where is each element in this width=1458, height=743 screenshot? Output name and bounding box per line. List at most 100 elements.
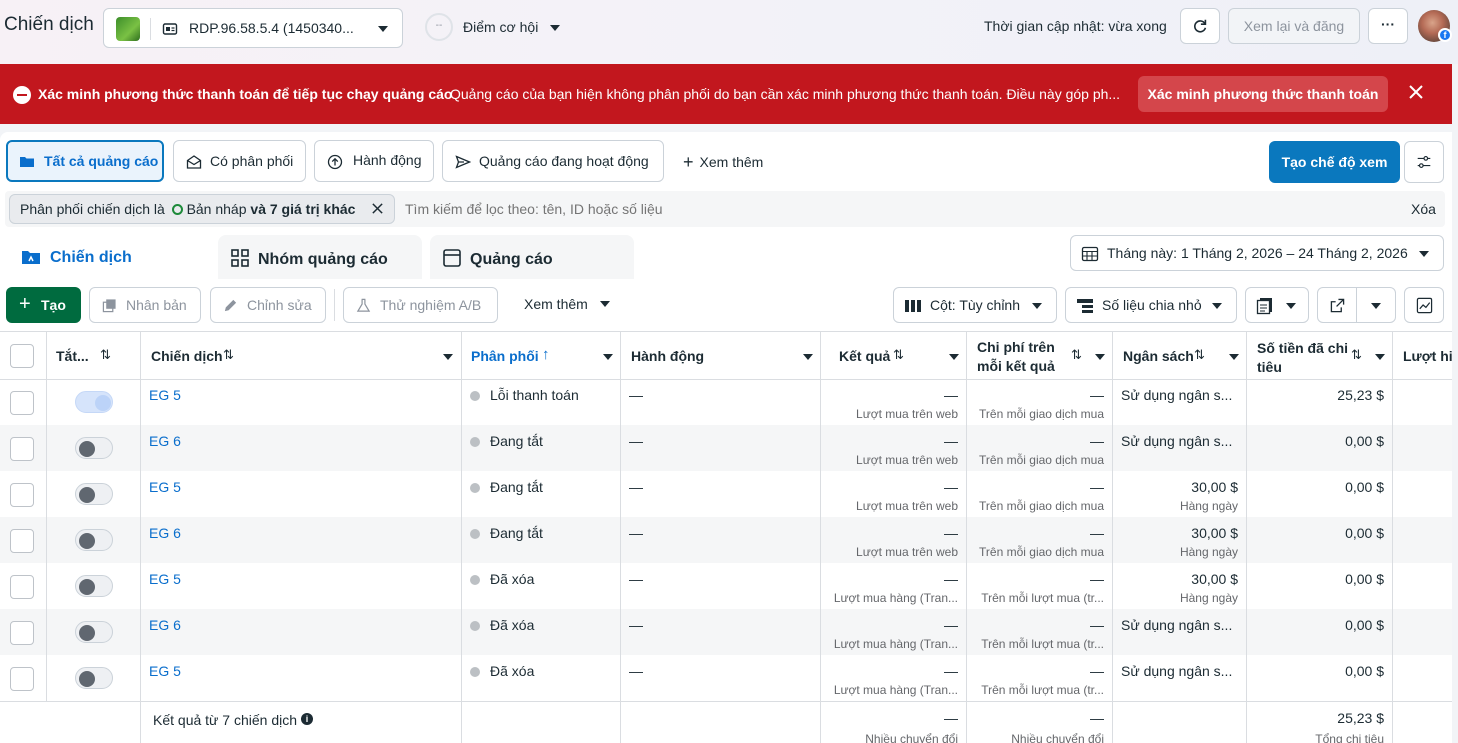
filter-chip[interactable]: Phân phối chiến dịch là Bản nháp và 7 gi… (9, 194, 396, 224)
opportunity-score-label: Điểm cơ hội (463, 19, 539, 35)
table-row[interactable]: EG 6 Đang tắt — — Lượt mua trên web — Trên mỗi… (0, 425, 1452, 471)
edit-button[interactable]: Chỉnh sửa (210, 287, 326, 323)
avatar[interactable]: f (1418, 10, 1452, 42)
view-more-button[interactable]: + Xem thêm (683, 152, 763, 173)
row-delivery-cell: Đã xóa (462, 655, 621, 701)
header-reach[interactable]: Lượt hi (1393, 332, 1452, 380)
row-checkbox[interactable] (10, 483, 34, 507)
campaign-name-link[interactable]: EG 6 (149, 433, 181, 449)
campaign-toggle[interactable] (75, 575, 113, 597)
create-view-button[interactable]: Tạo chế độ xem (1269, 141, 1400, 183)
reports-button[interactable] (1245, 287, 1309, 323)
chevron-down-icon (949, 354, 959, 360)
header-results[interactable]: Kết quả ⇅ (821, 332, 967, 380)
view-tab-delivering[interactable]: Có phân phối (173, 140, 306, 182)
row-checkbox[interactable] (10, 437, 34, 461)
account-thumbnail (116, 17, 140, 41)
select-all-checkbox[interactable] (10, 344, 34, 368)
header-campaign[interactable]: Chiến dịch ⇅ (141, 332, 462, 380)
duplicate-button[interactable]: Nhân bản (89, 287, 201, 323)
table-toolbar: + Tạo Nhân bản Chỉnh sửa Thử nghiệm A/B … (0, 279, 1452, 331)
breakdown-button[interactable]: Số liệu chia nhỏ (1065, 287, 1237, 323)
row-toggle-cell (47, 517, 141, 563)
row-delivery-cell: Đang tắt (462, 517, 621, 563)
last-updated-text: Thời gian cập nhật: vừa xong (984, 18, 1167, 34)
row-actions-cell: — (621, 655, 821, 701)
account-selector[interactable]: RDP.96.58.5.4 (1450340... (103, 8, 403, 48)
chevron-down-icon (378, 26, 388, 32)
date-range-picker[interactable]: Tháng này: 1 Tháng 2, 2026 – 24 Tháng 2,… (1070, 235, 1444, 271)
row-checkbox[interactable] (10, 575, 34, 599)
delivery-status: Đã xóa (490, 663, 535, 679)
columns-button[interactable]: Cột: Tùy chỉnh (893, 287, 1057, 323)
header-toggle[interactable]: Tắt... ⇅ (47, 332, 141, 380)
line-chart-icon (1416, 297, 1433, 314)
table-row[interactable]: EG 6 Đã xóa — — Lượt mua hàng (Tran... — Trên … (0, 609, 1452, 655)
header-actions[interactable]: Hành động (621, 332, 821, 380)
level-tab-ad-sets[interactable]: Nhóm quảng cáo (218, 235, 422, 279)
close-icon[interactable] (1406, 82, 1426, 102)
view-tab-active-ads[interactable]: Quảng cáo đang hoạt động (442, 140, 664, 182)
row-checkbox[interactable] (10, 667, 34, 691)
view-tab-actions[interactable]: Hành động (314, 140, 434, 182)
row-campaign-cell: EG 5 (141, 655, 462, 701)
campaigns-table: Tắt... ⇅ Chiến dịch ⇅ Phân phối ↑ Hành đ… (0, 331, 1452, 743)
toolbar-more-button[interactable]: Xem thêm (524, 296, 610, 312)
campaign-toggle[interactable] (75, 437, 113, 459)
campaign-name-link[interactable]: EG 5 (149, 387, 181, 403)
ad-frame-icon (443, 249, 461, 267)
table-row[interactable]: EG 5 Đã xóa — — Lượt mua hàng (Tran... — Trên … (0, 655, 1452, 701)
header-cost-per-result[interactable]: Chi phí trên mỗi kết quả ⇅ (967, 332, 1113, 380)
campaign-toggle[interactable] (75, 621, 113, 643)
campaign-toggle[interactable] (75, 391, 113, 413)
campaign-name-link[interactable]: EG 6 (149, 525, 181, 541)
header-amount-spent[interactable]: Số tiền đã chi tiêu ⇅ (1247, 332, 1393, 380)
campaign-name-link[interactable]: EG 5 (149, 571, 181, 587)
info-icon[interactable]: i (301, 713, 313, 725)
clear-filters-button[interactable]: Xóa (1411, 201, 1436, 217)
create-button[interactable]: + Tạo (6, 287, 81, 323)
error-icon (13, 86, 31, 104)
ab-test-button[interactable]: Thử nghiệm A/B (343, 287, 498, 323)
row-cpr-cell: — Trên mỗi giao dịch mua (967, 517, 1113, 563)
level-tab-campaigns[interactable]: Chiến dịch (5, 235, 210, 279)
table-row[interactable]: EG 5 Đang tắt — — Lượt mua trên web — Trên mỗi… (0, 471, 1452, 517)
header-budget[interactable]: Ngân sách ⇅ (1113, 332, 1247, 380)
alert-title: Xác minh phương thức thanh toán để tiếp … (38, 86, 453, 102)
campaign-toggle[interactable] (75, 529, 113, 551)
more-options-button[interactable]: ··· (1368, 8, 1408, 44)
campaign-toggle[interactable] (75, 483, 113, 505)
view-settings-button[interactable] (1404, 141, 1444, 183)
summary-cpr-cell: — Nhiều chuyển đổi (967, 702, 1113, 743)
filter-search-input[interactable] (405, 195, 1305, 223)
row-checkbox[interactable] (10, 621, 34, 645)
review-and-publish-button[interactable]: Xem lại và đăng (1228, 8, 1360, 44)
campaign-folder-icon (22, 251, 40, 264)
close-icon[interactable] (371, 202, 384, 215)
campaign-name-link[interactable]: EG 6 (149, 617, 181, 633)
view-tab-all-ads[interactable]: Tất cả quảng cáo (6, 140, 164, 182)
table-row[interactable]: EG 5 Lỗi thanh toán — — Lượt mua trên web — Tr… (0, 379, 1452, 425)
row-cpr-cell: — Trên mỗi lượt mua (tr... (967, 655, 1113, 701)
header-delivery[interactable]: Phân phối ↑ (462, 332, 621, 380)
verify-payment-button[interactable]: Xác minh phương thức thanh toán (1138, 76, 1388, 112)
refresh-button[interactable] (1180, 8, 1220, 44)
table-row[interactable]: EG 5 Đã xóa — — Lượt mua hàng (Tran... — Trên … (0, 563, 1452, 609)
table-row[interactable]: EG 6 Đang tắt — — Lượt mua trên web — Trên mỗi… (0, 517, 1452, 563)
level-tab-ads[interactable]: Quảng cáo (430, 235, 634, 279)
row-select-cell (0, 655, 47, 701)
charts-button[interactable] (1404, 287, 1444, 323)
campaign-name-link[interactable]: EG 5 (149, 663, 181, 679)
row-campaign-cell: EG 5 (141, 379, 462, 425)
sort-icon: ⇅ (893, 347, 904, 362)
campaign-toggle[interactable] (75, 667, 113, 689)
row-spent-cell: 25,23 $ (1247, 379, 1393, 425)
row-checkbox[interactable] (10, 529, 34, 553)
row-actions-cell: — (621, 425, 821, 471)
export-button[interactable] (1317, 287, 1357, 323)
export-dropdown-button[interactable] (1356, 287, 1396, 323)
duplicate-icon (102, 299, 116, 313)
campaign-name-link[interactable]: EG 5 (149, 479, 181, 495)
row-delivery-cell: Đã xóa (462, 563, 621, 609)
row-checkbox[interactable] (10, 391, 34, 415)
